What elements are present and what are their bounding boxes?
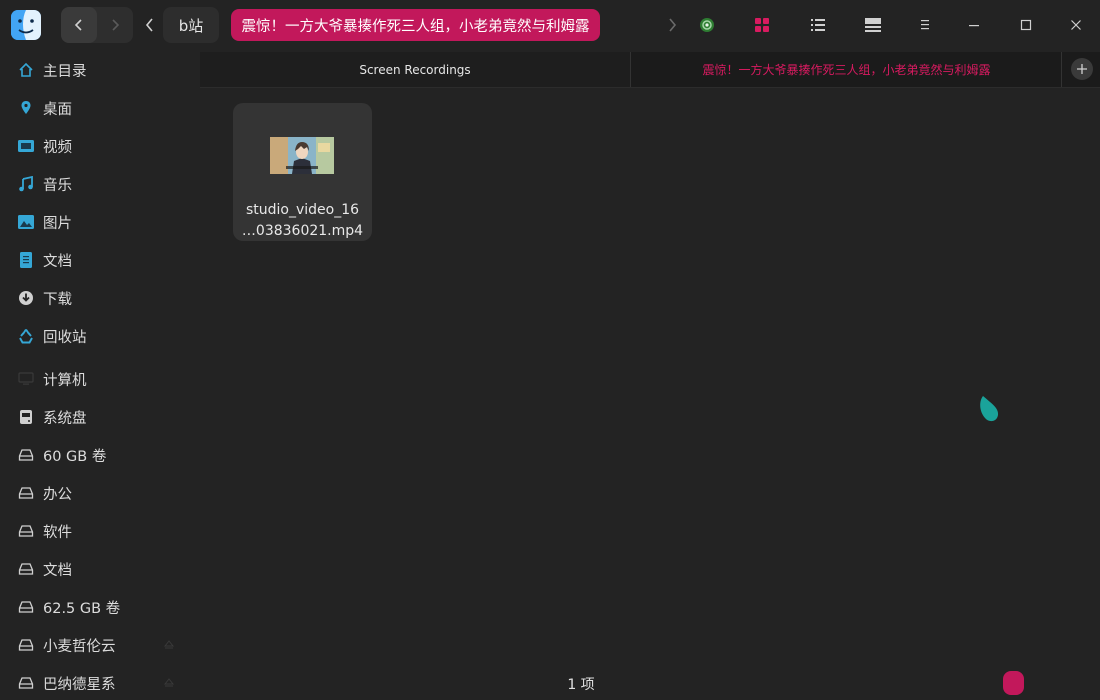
list-view-button[interactable] (804, 11, 832, 39)
new-tab-button[interactable] (1071, 58, 1093, 80)
sidebar-item-label: 视频 (43, 139, 72, 156)
drive-icon (17, 522, 35, 540)
tab-current-folder[interactable]: 震惊！一方大爷暴揍作死三人组，小老弟竟然与利姆露 (632, 52, 1062, 87)
chevron-right-icon (112, 19, 120, 31)
minimize-button[interactable] (960, 11, 988, 39)
chevron-left-icon (74, 19, 82, 31)
plus-icon (1077, 64, 1087, 74)
sidebar-item-label: 回收站 (43, 329, 87, 346)
download-icon (17, 289, 35, 307)
drive-icon (17, 484, 35, 502)
sidebar-item-pictures[interactable]: 图片 (0, 205, 200, 239)
sidebar-item-label: 软件 (43, 524, 72, 541)
picture-icon (17, 213, 35, 231)
sidebar-item-label: 桌面 (43, 101, 72, 118)
sidebar-item-label: 计算机 (43, 372, 87, 389)
file-manager-logo-icon (11, 10, 41, 40)
chevron-left-icon (145, 18, 153, 32)
search-status-icon (700, 18, 714, 32)
home-icon (17, 61, 35, 79)
sidebar-item-barnard[interactable]: 巴纳德星系 (0, 666, 200, 700)
grid-view-icon (755, 18, 769, 32)
sidebar-item-home[interactable]: 主目录 (0, 53, 200, 87)
computer-icon (17, 370, 35, 388)
eject-icon[interactable] (164, 640, 174, 650)
minimize-icon (969, 25, 979, 27)
status-bar-item-count: 1 项 (567, 677, 595, 693)
sidebar-item-videos[interactable]: 视频 (0, 129, 200, 163)
document-icon (17, 251, 35, 269)
sidebar-item-trash[interactable]: 回收站 (0, 319, 200, 353)
sidebar-item-label: 小麦哲伦云 (43, 638, 116, 655)
file-name-line-1: studio_video_16 (245, 202, 360, 218)
sidebar-item-label: 62.5 GB 卷 (43, 600, 121, 617)
video-thumbnail (270, 137, 334, 174)
video-icon (17, 137, 35, 155)
breadcrumb-scroll-right-button[interactable] (660, 7, 684, 43)
music-icon (17, 175, 35, 193)
sidebar-item-label: 系统盘 (43, 410, 87, 427)
sidebar-item-desktop[interactable]: 桌面 (0, 91, 200, 125)
forward-button[interactable] (97, 7, 133, 43)
sidebar-item-label: 文档 (43, 253, 72, 270)
sidebar-item-label: 办公 (43, 486, 72, 503)
system-disk-icon (17, 408, 35, 426)
back-button[interactable] (61, 7, 97, 43)
sidebar-item-label: 巴纳德星系 (43, 676, 116, 693)
sidebar-item-software[interactable]: 软件 (0, 514, 200, 548)
sidebar-item-magellan[interactable]: 小麦哲伦云 (0, 628, 200, 662)
breadcrumb-scroll-left-button[interactable] (138, 7, 162, 43)
sidebar-item-downloads[interactable]: 下载 (0, 281, 200, 315)
close-icon (1071, 20, 1081, 30)
sidebar: 主目录 桌面 视频 音乐 图片 文档 下载 回收站 计算机 系统盘 60 GB … (0, 52, 200, 700)
breadcrumb-current[interactable]: 震惊！一方大爷暴揍作死三人组，小老弟竟然与利姆露 (231, 9, 600, 41)
hamburger-menu-icon (921, 20, 929, 30)
trash-icon (17, 327, 35, 345)
maximize-icon (1020, 19, 1032, 31)
chevron-right-icon (669, 18, 677, 32)
file-item[interactable]: studio_video_16 …03836021.mp4 (233, 103, 372, 241)
sidebar-item-system-disk[interactable]: 系统盘 (0, 400, 200, 434)
file-name: studio_video_16 …03836021.mp4 (233, 200, 372, 242)
watermark-logo (1003, 671, 1024, 695)
drive-icon (17, 598, 35, 616)
list-view-icon (811, 19, 825, 31)
sidebar-item-label: 音乐 (43, 177, 72, 194)
search-button[interactable] (693, 11, 721, 39)
sidebar-item-volume-60gb[interactable]: 60 GB 卷 (0, 438, 200, 472)
detail-panel-button[interactable] (859, 11, 887, 39)
sidebar-item-documents-drive[interactable]: 文档 (0, 552, 200, 586)
sidebar-item-label: 下载 (43, 291, 72, 308)
sidebar-item-documents[interactable]: 文档 (0, 243, 200, 277)
drive-icon (17, 560, 35, 578)
sidebar-item-computer[interactable]: 计算机 (0, 362, 200, 396)
loading-spinner-icon (980, 396, 999, 422)
sidebar-item-label: 图片 (43, 215, 72, 232)
sidebar-item-music[interactable]: 音乐 (0, 167, 200, 201)
icon-view-button[interactable] (748, 11, 776, 39)
sidebar-item-label: 文档 (43, 562, 72, 579)
file-name-line-2: …03836021.mp4 (241, 223, 364, 239)
file-view[interactable]: studio_video_16 …03836021.mp4 1 项 (200, 88, 1100, 700)
menu-button[interactable] (911, 11, 939, 39)
drive-icon (17, 674, 35, 692)
eject-icon[interactable] (164, 678, 174, 688)
tab-screen-recordings[interactable]: Screen Recordings (200, 52, 631, 87)
navigation-buttons (61, 7, 133, 43)
drive-icon (17, 636, 35, 654)
maximize-button[interactable] (1012, 11, 1040, 39)
drive-icon (17, 446, 35, 464)
tab-bar: Screen Recordings 震惊！一方大爷暴揍作死三人组，小老弟竟然与利… (200, 52, 1100, 88)
sidebar-item-label: 主目录 (43, 63, 87, 80)
sidebar-item-office[interactable]: 办公 (0, 476, 200, 510)
sidebar-item-volume-62gb[interactable]: 62.5 GB 卷 (0, 590, 200, 624)
desktop-pin-icon (17, 99, 35, 117)
detail-view-icon (865, 18, 881, 32)
sidebar-item-label: 60 GB 卷 (43, 448, 107, 465)
close-button[interactable] (1062, 11, 1090, 39)
title-bar: b站 震惊！一方大爷暴揍作死三人组，小老弟竟然与利姆露 (0, 0, 1100, 52)
breadcrumb-parent[interactable]: b站 (163, 7, 219, 43)
